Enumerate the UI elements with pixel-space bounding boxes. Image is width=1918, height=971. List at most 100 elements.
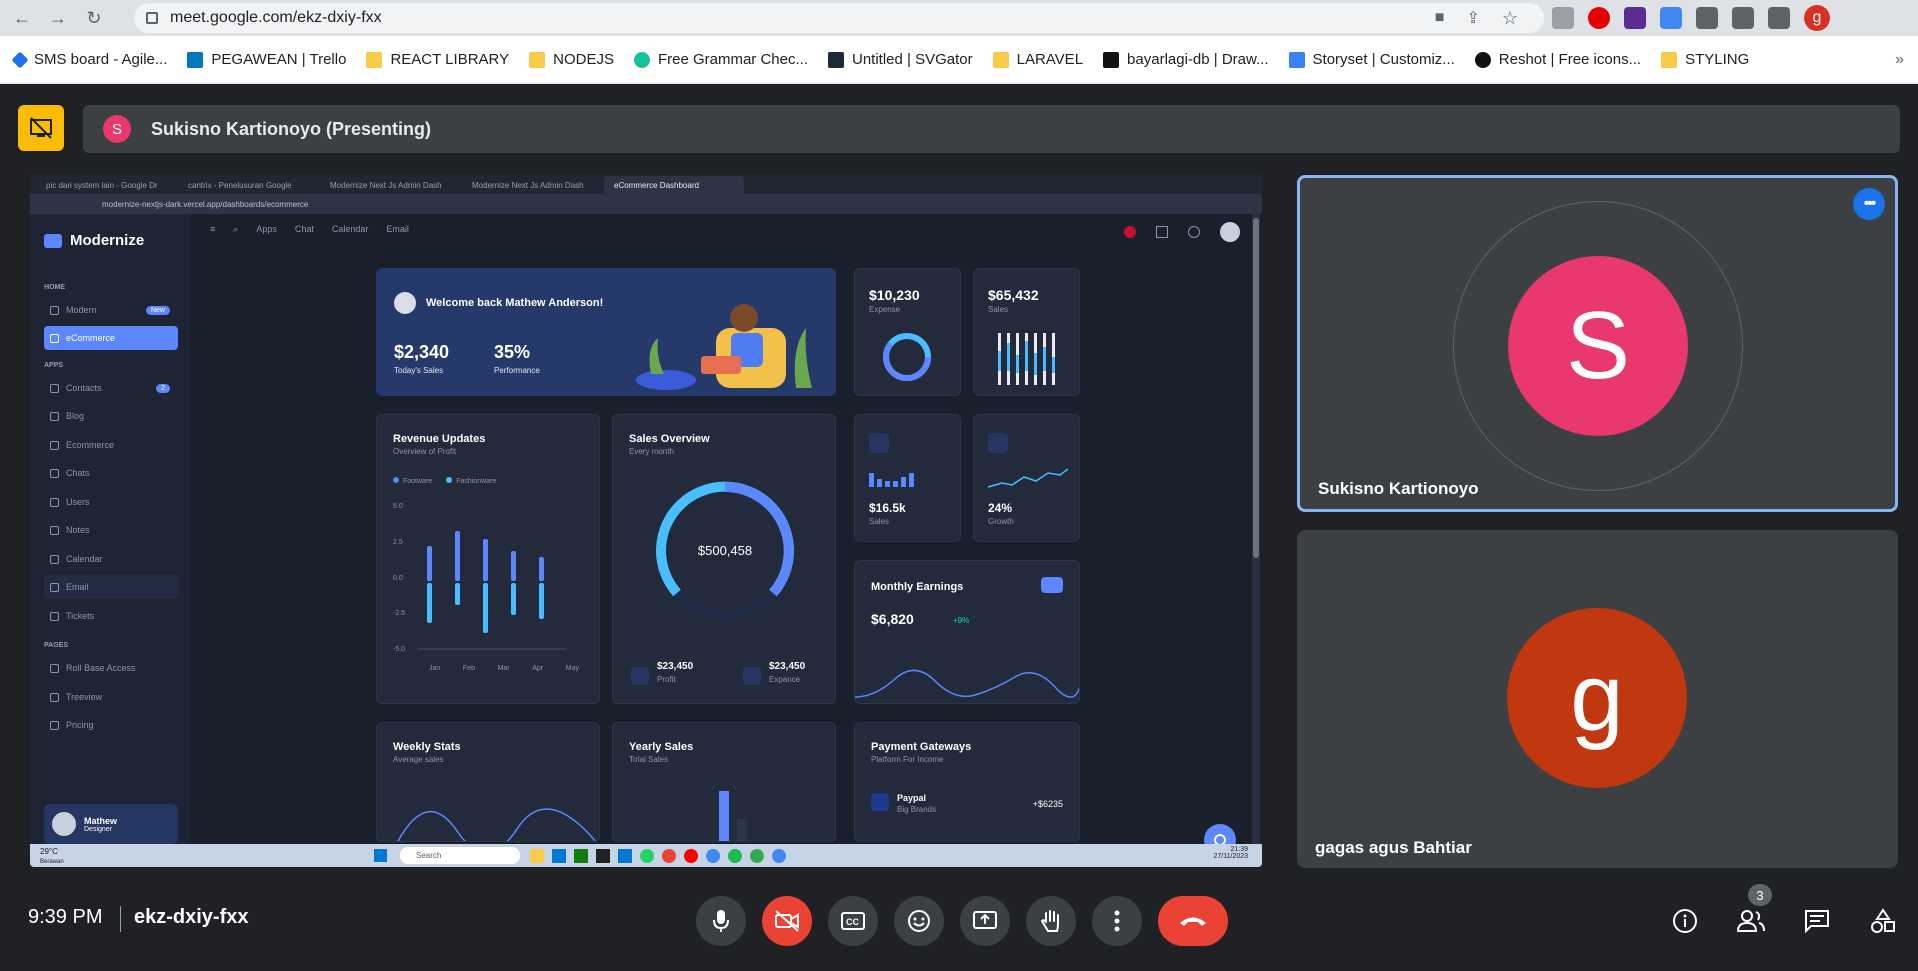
- shared-topnav: ≡ ⌕ Apps Chat Calendar Email: [210, 224, 409, 235]
- calendar-icon: [50, 554, 59, 564]
- new-badge: New: [145, 305, 170, 315]
- camera-blocked-icon[interactable]: ■: [1435, 9, 1445, 27]
- section-home: HOME: [44, 284, 65, 291]
- bookmark-folder[interactable]: STYLING: [1661, 51, 1749, 68]
- extension-badge-icon[interactable]: [1624, 7, 1646, 29]
- bookmark-item[interactable]: bayarlagi-db | Draw...: [1103, 51, 1269, 68]
- shared-screen: pic dari system lain - Google Dr cantrix…: [30, 174, 1262, 867]
- bookmark-folder[interactable]: LARAVEL: [992, 51, 1083, 68]
- growth-sparkline: [988, 468, 1068, 488]
- translate-extension-icon[interactable]: [1660, 7, 1682, 29]
- reshot-icon: [1474, 51, 1491, 68]
- cart-icon: [869, 433, 889, 453]
- camera-off-button[interactable]: [762, 896, 812, 946]
- modern-icon: [50, 305, 59, 315]
- legend-footware: Footware: [393, 477, 432, 485]
- shared-main: ≡ ⌕ Apps Chat Calendar Email Welcome bac…: [190, 214, 1250, 856]
- revenue-subtitle: Overview of Profit: [393, 447, 457, 456]
- captions-button[interactable]: CC: [828, 896, 878, 946]
- people-button[interactable]: 3: [1736, 884, 1772, 936]
- bookmark-star-icon[interactable]: ☆: [1502, 8, 1518, 29]
- gateway-name: Paypal: [897, 793, 927, 803]
- side-panel-icon[interactable]: [1768, 7, 1790, 29]
- performance-label: Performance: [494, 366, 540, 375]
- sidebar-item-ecommerce-app: Ecommerce: [44, 433, 178, 457]
- meeting-code: ekz-dxiy-fxx: [134, 906, 249, 928]
- media-control-icon[interactable]: [1732, 7, 1754, 29]
- screenshot-extension-icon[interactable]: [1552, 7, 1574, 29]
- mini-sales-card: $16.5k Sales: [854, 414, 961, 542]
- logo-mark-icon: [44, 233, 62, 248]
- address-bar[interactable]: meet.google.com/ekz-dxiy-fxx ■ ⇪ ☆: [134, 3, 1544, 33]
- present-button[interactable]: [960, 896, 1010, 946]
- participant-tile[interactable]: g gagas agus Bahtiar: [1297, 530, 1898, 868]
- captions-icon: CC: [841, 912, 865, 930]
- dollar-icon: [50, 720, 59, 730]
- expense-label: Expense: [869, 305, 901, 314]
- tree-icon: [50, 692, 59, 702]
- more-options-button[interactable]: [1092, 896, 1142, 946]
- folder-icon: [992, 51, 1009, 68]
- roll-icon: [50, 663, 59, 673]
- meeting-details-button[interactable]: [1670, 906, 1700, 936]
- leave-call-button[interactable]: [1158, 896, 1228, 946]
- raise-hand-button[interactable]: [1026, 896, 1076, 946]
- sales-card: $65,432 Sales: [973, 268, 1080, 396]
- forward-icon[interactable]: →: [44, 4, 72, 32]
- grid-icon: [631, 667, 649, 685]
- yearly-sales-card: Yearly Sales Total Sales: [612, 722, 836, 842]
- bookmark-folder[interactable]: NODEJS: [529, 51, 614, 68]
- bookmark-folder[interactable]: REACT LIBRARY: [366, 51, 509, 68]
- grid-icon: [743, 667, 761, 685]
- stop-presenting-icon[interactable]: [18, 105, 64, 151]
- more-options-icon[interactable]: •••: [1853, 188, 1885, 220]
- profile-avatar[interactable]: g: [1804, 5, 1830, 31]
- puzzle-extensions-icon[interactable]: [1696, 7, 1718, 29]
- gateway-amount: +$6235: [1032, 799, 1063, 809]
- svgator-icon: [827, 51, 844, 68]
- share-icon[interactable]: ⇪: [1466, 8, 1479, 28]
- flag-icon: [1124, 226, 1136, 238]
- bookmark-item[interactable]: Free Grammar Chec...: [633, 51, 808, 68]
- bookmark-item[interactable]: Untitled | SVGator: [827, 51, 973, 68]
- section-apps: APPS: [44, 362, 64, 369]
- sidebar-item-ecommerce: eCommerce: [44, 326, 178, 350]
- sales-label: Sales: [988, 305, 1009, 314]
- shared-tab: Modernize Next Js Admin Dash: [472, 180, 584, 190]
- shared-tab-strip: pic dari system lain - Google Dr cantrix…: [30, 174, 1262, 194]
- activities-button[interactable]: [1868, 906, 1898, 936]
- sidebar-user-card: Mathew Designer: [44, 804, 178, 844]
- bookmark-item[interactable]: Reshot | Free icons...: [1474, 51, 1641, 68]
- emoji-icon: [908, 910, 930, 932]
- bookmark-item[interactable]: PEGAWEAN | Trello: [187, 51, 346, 68]
- yearly-title: Yearly Sales: [629, 741, 694, 753]
- taskbar-search: Search: [400, 847, 520, 864]
- weekly-stats-card: Weekly Stats Average sales: [376, 722, 600, 842]
- adblock-extension-icon[interactable]: [1588, 7, 1610, 29]
- bookmark-item[interactable]: Storyset | Customiz...: [1288, 51, 1455, 68]
- end-call-icon: [1180, 917, 1206, 926]
- reactions-button[interactable]: [894, 896, 944, 946]
- mini-sales-label: Sales: [869, 517, 890, 526]
- bookmark-item[interactable]: SMS board - Agile...: [11, 51, 167, 68]
- meeting-time: 9:39 PM: [28, 906, 103, 928]
- basket-icon: [50, 440, 59, 450]
- revenue-updates-card: Revenue Updates Overview of Profit Footw…: [376, 414, 600, 704]
- more-vert-icon: [1114, 910, 1120, 932]
- drawsql-icon: [1103, 51, 1120, 68]
- paypal-icon: [871, 793, 889, 811]
- sales-value: $65,432: [988, 287, 1039, 303]
- browser-toolbar: ← → ↻ meet.google.com/ekz-dxiy-fxx ■ ⇪ ☆…: [0, 0, 1918, 36]
- participant-tile-presenter[interactable]: S ••• Sukisno Kartionoyo: [1297, 175, 1898, 512]
- back-icon[interactable]: ←: [8, 4, 36, 32]
- sidebar-item-contacts: Contacts 2: [44, 376, 178, 400]
- mini-sales-bars: [869, 473, 914, 487]
- chat-button[interactable]: [1802, 906, 1832, 936]
- shared-tab: Modernize Next Js Admin Dash: [330, 180, 442, 190]
- reload-icon[interactable]: ↻: [80, 4, 108, 32]
- storyset-icon: [1288, 51, 1305, 68]
- expense-value: $10,230: [869, 287, 920, 303]
- microphone-button[interactable]: [696, 896, 746, 946]
- shared-tab: cantrix - Penelusuran Google: [188, 180, 292, 190]
- more-bookmarks-icon[interactable]: »: [1895, 51, 1904, 69]
